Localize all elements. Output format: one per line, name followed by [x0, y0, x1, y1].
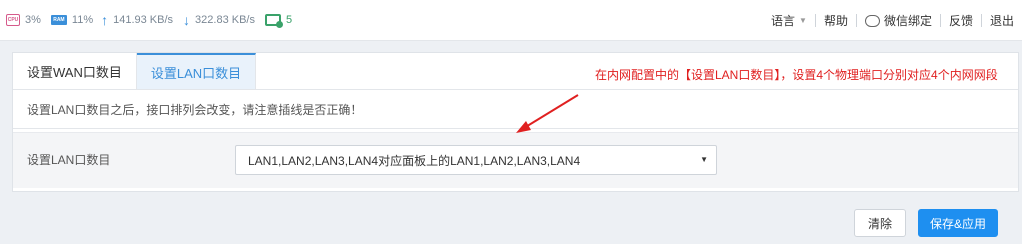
cpu-icon: CPU [6, 14, 20, 26]
tab-label: 设置WAN口数目 [27, 64, 122, 80]
lan-count-label: 设置LAN口数目 [27, 153, 111, 167]
lan-count-value: LAN1,LAN2,LAN3,LAN4对应面板上的LAN1,LAN2,LAN3,… [248, 153, 581, 168]
tab-lan-count[interactable]: 设置LAN口数目 [136, 53, 257, 89]
tab-divider [13, 89, 1018, 90]
chevron-down-icon: ▼ [700, 155, 708, 164]
language-label: 语言 [771, 14, 796, 28]
tab-label: 设置LAN口数目 [150, 65, 242, 81]
help-link[interactable]: 帮助 [816, 12, 856, 29]
upload-arrow-icon: ↑ [101, 12, 109, 28]
clear-button-label: 清除 [867, 216, 892, 231]
notice-text: 设置LAN口数目之后，接口排列会改变，请注意插线是否正确！ [13, 91, 1018, 129]
upload-stat: ↑ 141.93 KB/s [101, 13, 173, 27]
annotation-text: 在内网配置中的【设置LAN口数目】，设置4个物理端口分别对应4个内网网段 [595, 68, 998, 82]
ram-value: 11% [71, 14, 94, 26]
form-row: 设置LAN口数目 LAN1,LAN2,LAN3,LAN4对应面板上的LAN1,L… [13, 132, 1018, 188]
save-apply-button[interactable]: 保存&应用 [918, 209, 998, 237]
tab-bar: 设置WAN口数目 设置LAN口数目 [13, 53, 257, 89]
devices-value: 5 [285, 14, 293, 26]
help-label: 帮助 [823, 14, 848, 28]
ram-icon: RAM [50, 15, 67, 25]
status-bar: CPU 3% RAM 11% ↑ 141.93 KB/s ↓ 322.83 KB… [0, 0, 1022, 41]
ram-stat: RAM 11% [50, 14, 94, 26]
top-nav: 语言 ▼ 帮助 微信绑定 反馈 退出 [763, 0, 1022, 41]
feedback-label: 反馈 [948, 14, 973, 28]
tab-wan-count[interactable]: 设置WAN口数目 [13, 53, 137, 89]
chevron-down-icon: ▼ [799, 16, 807, 25]
download-value: 322.83 KB/s [195, 14, 255, 26]
wechat-bind-link[interactable]: 微信绑定 [857, 12, 940, 29]
wechat-icon [864, 14, 880, 27]
logout-label: 退出 [989, 14, 1014, 28]
cpu-value: 3% [25, 14, 41, 26]
upload-value: 141.93 KB/s [113, 14, 174, 26]
logout-link[interactable]: 退出 [982, 12, 1022, 29]
download-arrow-icon: ↓ [183, 12, 191, 28]
clear-button[interactable]: 清除 [854, 209, 906, 237]
language-menu[interactable]: 语言 ▼ [763, 12, 815, 29]
device-monitor-icon [264, 14, 283, 28]
save-button-label: 保存&应用 [929, 216, 986, 231]
lan-count-select[interactable]: LAN1,LAN2,LAN3,LAN4对应面板上的LAN1,LAN2,LAN3,… [235, 145, 717, 175]
devices-stat[interactable]: 5 [264, 14, 293, 28]
download-stat: ↓ 322.83 KB/s [183, 13, 255, 27]
feedback-link[interactable]: 反馈 [941, 12, 981, 29]
wechat-label: 微信绑定 [883, 14, 932, 28]
cpu-stat: CPU 3% [6, 14, 41, 26]
